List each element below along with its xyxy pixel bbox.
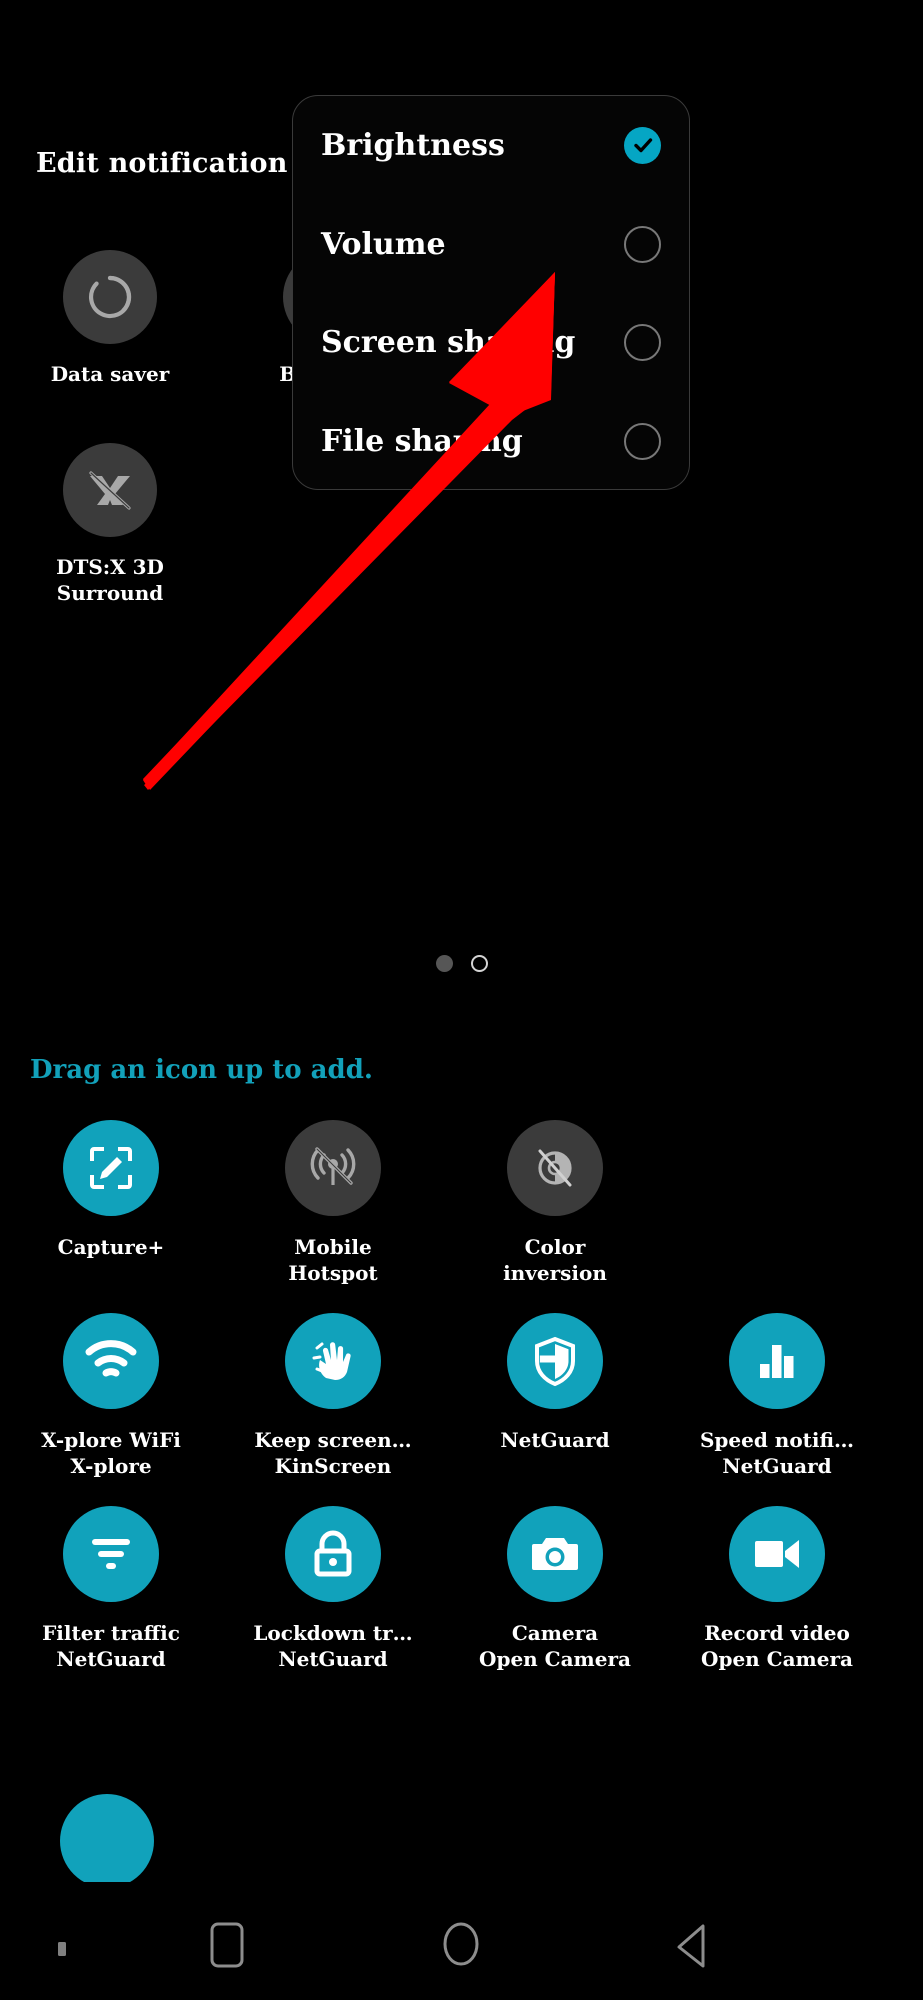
dialog-option-label: Volume [321,226,446,262]
tray-item-label: Color inversion [503,1235,607,1286]
color-inversion-off-icon [507,1120,603,1216]
tray-row-1: Capture+ Mobile Hotspot Color inversion [0,1120,923,1313]
tray-item-label: Record video Open Camera [701,1620,853,1671]
tray-item-partial-icon [60,1794,154,1888]
recents-button[interactable] [200,1917,254,1973]
back-button[interactable] [665,1918,721,1974]
check-icon[interactable] [624,126,661,164]
home-button[interactable] [432,1915,490,1973]
tray-item-label: Mobile Hotspot [288,1235,378,1286]
tray-item-netguard[interactable]: NetGuard [444,1312,666,1480]
shield-icon [507,1312,603,1409]
tray-item-camera[interactable]: Camera Open Camera [444,1505,666,1673]
available-tiles-tray: Capture+ Mobile Hotspot Color inversion … [0,1120,923,1698]
page-indicator [0,955,923,972]
tray-row-3: Filter traffic NetGuard Lockdown tr… NetGu… [0,1505,923,1699]
camera-icon [507,1505,603,1602]
tray-item-label: NetGuard [500,1427,610,1452]
phone-screen: Edit notification panel Data saver DTS:X… [0,0,923,2000]
tray-item-lockdown-traffic[interactable]: Lockdown tr… NetGuard [222,1505,444,1673]
capture-plus-icon [63,1120,159,1216]
mobile-hotspot-off-icon [285,1120,381,1216]
android-navigation-bar [0,1882,923,2000]
dialog-option-volume[interactable]: Volume [321,195,661,294]
tile-data-saver[interactable]: Data saver [0,250,220,413]
tray-item-record-video[interactable]: Record video Open Camera [666,1505,888,1673]
tray-item-speed-notification[interactable]: Speed notifi… NetGuard [666,1312,888,1480]
radio-circle-icon[interactable] [624,225,661,263]
dtsx-icon [63,443,157,538]
drag-hint-text: Drag an icon up to add. [30,1055,373,1085]
tray-item-label: Keep screen… KinScreen [254,1427,412,1479]
dot-icon [58,1942,66,1956]
tray-row-2: X-plore WiFi X-plore Keep screen… KinScree… [0,1312,923,1506]
notification-panel-options-dialog: Brightness Volume Screen sharing File sh… [292,95,690,490]
radio-circle-icon[interactable] [624,423,661,461]
triangle-back-icon [677,1924,705,1968]
bar-chart-icon [729,1312,825,1409]
filter-icon [63,1505,159,1602]
dialog-option-brightness[interactable]: Brightness [321,96,661,195]
tray-item-label: Speed notifi… NetGuard [699,1427,855,1479]
tile-spacer-b [660,250,880,413]
tray-item-label: Capture+ [57,1235,165,1259]
dialog-option-label: Screen sharing [321,325,576,361]
tray-item-mobile-hotspot[interactable]: Mobile Hotspot [222,1120,444,1287]
page-dot-1[interactable] [435,955,453,972]
menu-dot-button[interactable] [56,1938,68,1960]
tray-item-spacer-1 [666,1120,888,1287]
hand-icon [285,1312,381,1409]
circle-icon [443,1922,479,1966]
tray-item-xplore-wifi[interactable]: X-plore WiFi X-plore [0,1312,222,1480]
tile-spacer-e [660,443,880,606]
tile-label: Data saver [50,362,170,386]
tray-item-label: X-plore WiFi X-plore [41,1427,181,1479]
dialog-option-label: Brightness [321,127,505,163]
tray-item-capture-plus[interactable]: Capture+ [0,1120,222,1287]
dialog-option-label: File sharing [321,424,523,460]
wifi-icon [63,1312,159,1409]
tray-item-label: Camera Open Camera [479,1620,631,1671]
dialog-option-screen-sharing[interactable]: Screen sharing [321,294,661,393]
tray-item-keep-screen[interactable]: Keep screen… KinScreen [222,1312,444,1480]
tile-dtsx[interactable]: DTS:X 3D Surround [0,443,220,606]
tray-item-label: Lockdown tr… NetGuard [253,1620,413,1671]
tray-item-color-inversion[interactable]: Color inversion [444,1120,666,1287]
tray-item-filter-traffic[interactable]: Filter traffic NetGuard [0,1505,222,1673]
data-saver-icon [63,250,157,344]
tray-item-label: Filter traffic NetGuard [42,1620,180,1671]
radio-circle-icon[interactable] [624,324,661,362]
page-dot-2[interactable] [470,955,488,972]
lock-icon [285,1505,381,1602]
dialog-option-file-sharing[interactable]: File sharing [321,392,661,491]
video-camera-icon [729,1505,825,1602]
tile-label: DTS:X 3D Surround [56,555,164,605]
square-icon [210,1922,244,1968]
